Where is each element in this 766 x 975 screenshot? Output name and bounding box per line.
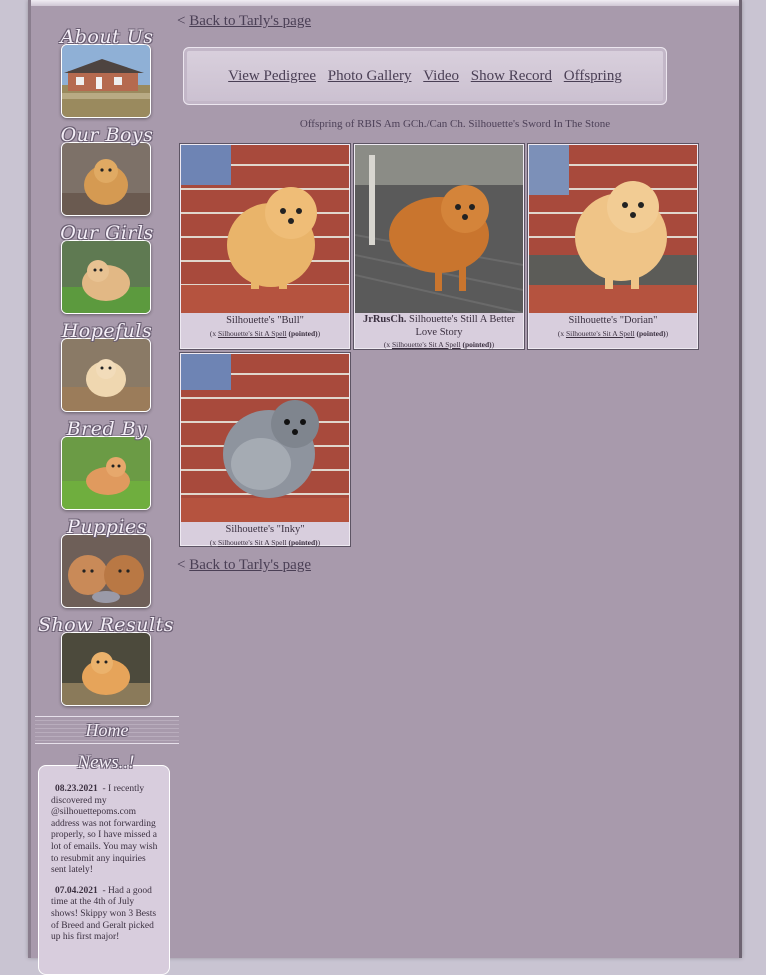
video-link[interactable]: Video xyxy=(423,68,459,84)
photo-gallery-link[interactable]: Photo Gallery xyxy=(328,68,412,84)
offspring-heading: Offspring of RBIS Am GCh./Can Ch. Silhou… xyxy=(299,118,611,130)
house-photo xyxy=(61,44,151,118)
offspring-card: Silhouette's "Dorian" (x Silhouette's Si… xyxy=(527,143,699,350)
sire-prefix: (x xyxy=(557,328,566,338)
sidebar-item-about-us[interactable]: About Us xyxy=(61,26,153,118)
dam-status: (pointed) xyxy=(288,328,318,338)
puppy-photo[interactable] xyxy=(355,145,523,313)
dam-status: (pointed) xyxy=(636,328,666,338)
puppy-photo[interactable] xyxy=(529,145,697,313)
sidebar-item-bred-by[interactable]: Bred By xyxy=(61,418,151,510)
sidebar-item-hopefuls[interactable]: Hopefuls xyxy=(61,320,152,412)
sidebar-item-our-boys[interactable]: Our Boys xyxy=(61,124,153,216)
page-column: About Us Our Boys Our Girls Hopefuls Bre… xyxy=(28,0,742,975)
sidebar-item-label: Hopefuls xyxy=(61,320,153,342)
sire-prefix: (x xyxy=(383,340,392,349)
puppy-photo[interactable] xyxy=(181,145,349,313)
view-pedigree-link[interactable]: View Pedigree xyxy=(228,68,316,84)
offspring-name: Silhouette's "Bull" xyxy=(226,315,304,326)
sire-prefix: (x xyxy=(209,328,218,338)
sidebar-item-label: Bred By xyxy=(66,418,148,440)
news-link-geralt[interactable]: Geralt xyxy=(102,921,126,931)
pomeranian-photo xyxy=(61,142,151,216)
puppy-photo[interactable] xyxy=(181,354,349,522)
offspring-caption: JrRusCh. Silhouette's Still A Better Lov… xyxy=(356,314,522,352)
dam-link[interactable]: Silhouette's Sit A Spell xyxy=(218,329,287,338)
offspring-sire-line: (x Silhouette's Sit A Spell (pointed)) xyxy=(558,329,668,338)
sidebar-item-label: Puppies xyxy=(67,516,147,538)
show-record-link[interactable]: Show Record xyxy=(471,68,552,84)
offspring-name: Silhouette's "Dorian" xyxy=(568,315,658,326)
sire-suffix: ) xyxy=(665,328,669,338)
back-arrow: < xyxy=(177,13,186,29)
offspring-card: Silhouette's "Bull" (x Silhouette's Sit … xyxy=(179,143,351,350)
puppies-photo xyxy=(61,534,151,608)
sidebar-item-our-girls[interactable]: Our Girls xyxy=(60,222,153,314)
news-date: 07.04.2021 xyxy=(55,885,98,896)
offspring-name: Silhouette's "Inky" xyxy=(225,524,305,535)
dam-link[interactable]: Silhouette's Sit A Spell xyxy=(392,340,461,349)
offspring-link[interactable]: Offspring xyxy=(564,68,622,84)
offspring-caption: Silhouette's "Dorian" (x Silhouette's Si… xyxy=(530,315,696,340)
sidebar-item-label: Show Results xyxy=(38,614,174,636)
dam-status: (pointed) xyxy=(462,340,492,349)
sidebar-item-label: Our Boys xyxy=(60,124,154,146)
news-title: News..! xyxy=(77,752,135,773)
offspring-caption: Silhouette's "Bull" (x Silhouette's Sit … xyxy=(182,315,348,340)
news-box: 08.23.2021 - I recently discovered my @s… xyxy=(38,765,170,975)
offspring-card: Silhouette's "Inky" (x Silhouette's Sit … xyxy=(179,352,351,547)
news-item: 07.04.2021 - Had a good time at the 4th … xyxy=(51,886,163,944)
news-link-skippy[interactable]: Skippy xyxy=(80,909,107,919)
pomeranian-photo xyxy=(61,632,151,706)
sidebar-item-show-results[interactable]: Show Results xyxy=(38,614,174,706)
sidebar-item-label: Our Girls xyxy=(60,222,154,244)
sire-suffix: ) xyxy=(317,537,321,547)
offspring-caption: Silhouette's "Inky" (x Silhouette's Sit … xyxy=(182,524,348,549)
offspring-card: JrRusCh. Silhouette's Still A Better Lov… xyxy=(353,143,525,350)
dam-status: (pointed) xyxy=(288,537,318,547)
offspring-name: Silhouette's Still A Better Love Story xyxy=(406,314,516,338)
pomeranian-photo xyxy=(61,240,151,314)
pomeranian-photo xyxy=(61,436,151,510)
news-date: 08.23.2021 xyxy=(55,784,98,794)
back-link-top: < Back to Tarly's page xyxy=(177,13,311,30)
offspring-title: JrRusCh. xyxy=(362,314,407,325)
sire-prefix: (x xyxy=(209,537,218,547)
home-link[interactable]: Home xyxy=(35,716,179,744)
pomeranian-photo xyxy=(61,338,151,412)
sire-suffix: ) xyxy=(491,340,495,349)
sire-suffix: ) xyxy=(317,328,321,338)
banner-strip xyxy=(31,0,739,6)
back-to-tarly-link[interactable]: Back to Tarly's page xyxy=(189,13,311,29)
offspring-sire-line: (x Silhouette's Sit A Spell (pointed)) xyxy=(384,340,494,349)
dog-menu: View Pedigree Photo Gallery Video Show R… xyxy=(183,47,667,105)
dam-link[interactable]: Silhouette's Sit A Spell xyxy=(218,538,287,547)
news-item: 08.23.2021 - I recently discovered my @s… xyxy=(51,784,163,877)
back-link-bottom: < Back to Tarly's page xyxy=(177,557,311,574)
offspring-sire-line: (x Silhouette's Sit A Spell (pointed)) xyxy=(210,538,320,547)
back-arrow: < xyxy=(177,557,186,573)
dam-link[interactable]: Silhouette's Sit A Spell xyxy=(566,329,635,338)
back-to-tarly-link[interactable]: Back to Tarly's page xyxy=(189,557,311,573)
sidebar-item-label: About Us xyxy=(60,26,154,48)
offspring-sire-line: (x Silhouette's Sit A Spell (pointed)) xyxy=(210,329,320,338)
news-text: - I recently discovered my @silhouettepo… xyxy=(51,784,158,876)
sidebar-item-puppies[interactable]: Puppies xyxy=(61,516,151,608)
